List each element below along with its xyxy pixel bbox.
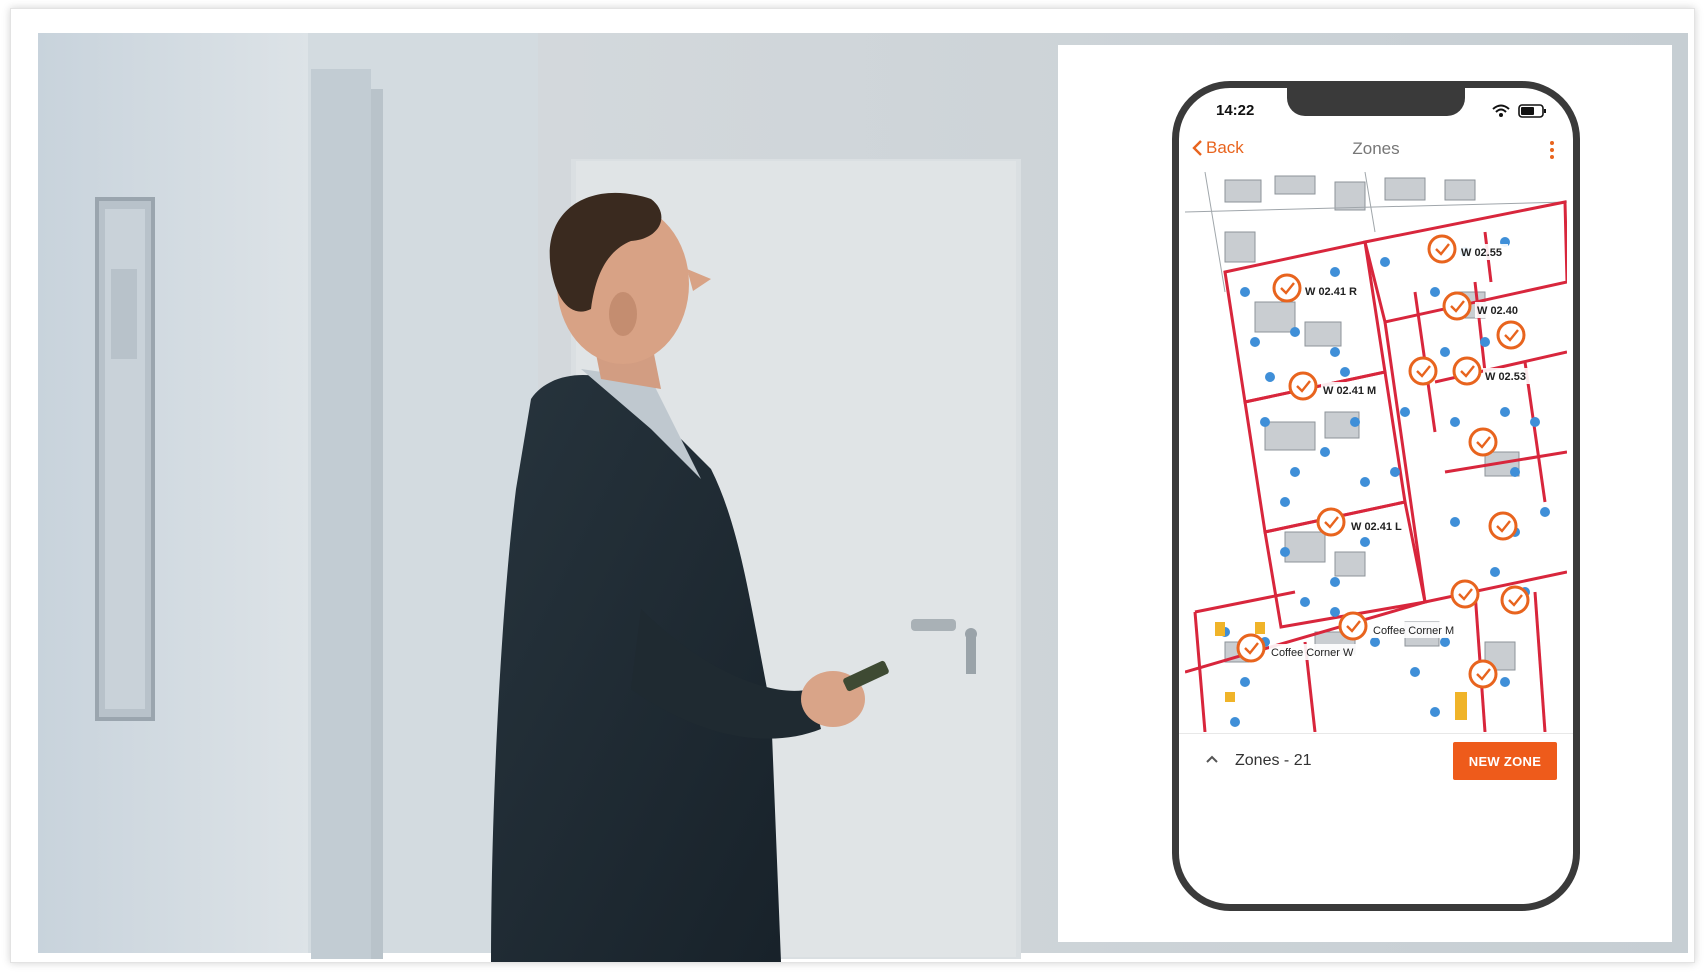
phone-mockup: 14:22 Back Zones W 02.55 W 02.41 R W 02.…	[1172, 81, 1580, 911]
zones-bottom-sheet: Zones - 21 NEW ZONE	[1179, 733, 1573, 794]
floor-plan-map[interactable]: W 02.55 W 02.41 R W 02.40 W 02.41 M W 02…	[1185, 172, 1567, 732]
more-vertical-icon[interactable]	[1549, 140, 1555, 160]
app-screenshot-panel: 14:22 Back Zones W 02.55 W 02.41 R W 02.…	[1058, 45, 1672, 942]
zone-label: W 02.40	[1477, 305, 1518, 317]
status-time: 14:22	[1216, 102, 1255, 119]
chevron-up-icon[interactable]	[1205, 752, 1219, 766]
zone-label: Coffee Corner W	[1271, 647, 1354, 659]
zone-label: Coffee Corner M	[1373, 625, 1454, 637]
screen-title: Zones	[1352, 139, 1400, 158]
wifi-icon	[1492, 104, 1510, 117]
new-zone-button[interactable]: NEW ZONE	[1453, 742, 1557, 780]
zone-label: W 02.41 L	[1351, 521, 1402, 533]
zones-count-label: Zones - 21	[1235, 752, 1312, 769]
zone-label: W 02.53	[1485, 371, 1526, 383]
zone-label: W 02.41 M	[1323, 385, 1376, 397]
zone-label: W 02.41 R	[1305, 286, 1357, 298]
battery-icon	[1518, 104, 1546, 118]
promo-image-frame: 14:22 Back Zones W 02.55 W 02.41 R W 02.…	[10, 8, 1695, 963]
phone-notch	[1287, 88, 1465, 116]
zone-label: W 02.55	[1461, 247, 1502, 259]
app-navbar: Back Zones	[1179, 132, 1573, 172]
status-icons	[1492, 104, 1546, 118]
